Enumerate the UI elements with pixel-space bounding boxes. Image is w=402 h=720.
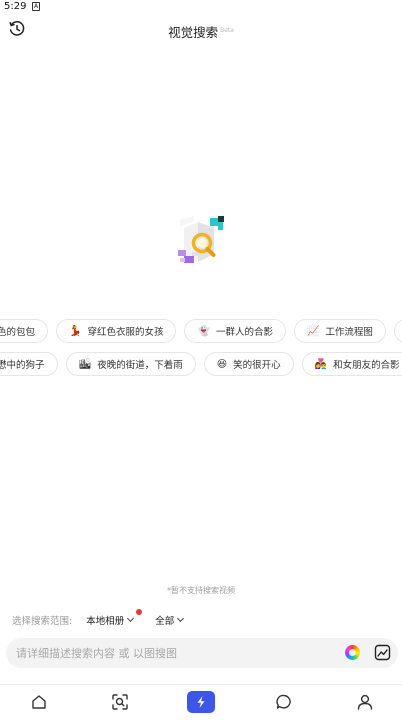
profile-icon <box>357 694 373 710</box>
suggestion-chip[interactable]: 👩‍❤️‍👨 和女朋友的合影 <box>301 352 402 376</box>
chip-label: 工作流程图 <box>325 327 373 338</box>
chip-emoji-icon: 👻 <box>197 325 210 337</box>
status-time: 5:29 <box>4 1 27 12</box>
video-unsupported-hint: *暂不支持搜索视频 <box>167 586 235 595</box>
chat-icon <box>276 694 291 709</box>
chip-label: 穿红色衣服的女孩 <box>87 327 164 338</box>
tab-home[interactable] <box>25 689 53 715</box>
chevron-down-icon <box>177 614 185 623</box>
suggestion-chip[interactable]: 👻 一群人的合影 <box>184 319 286 343</box>
scope-type-dropdown[interactable]: 全部 <box>155 613 185 627</box>
suggestion-chip[interactable]: 🏙 夜晚的街道，下着雨 <box>65 352 196 376</box>
page-title-text: 视觉搜索 <box>168 25 219 40</box>
suggestion-chip[interactable]: ⛵ <box>393 319 402 343</box>
scope-type-value: 全部 <box>155 616 175 627</box>
chip-label: 一群人的合影 <box>215 327 273 338</box>
page-title: 视觉搜索 Beta <box>0 22 402 41</box>
scope-label: 选择搜索范围: <box>12 616 73 627</box>
tab-chat[interactable] <box>270 689 298 715</box>
chevron-down-icon <box>127 614 135 623</box>
suggestion-chip[interactable]: 💃 穿红色衣服的女孩 <box>56 319 177 343</box>
search-input[interactable] <box>16 638 336 668</box>
scope-source-value: 本地相册 <box>86 616 125 627</box>
suggestion-chip[interactable]: 色的包包 <box>0 319 49 343</box>
chip-label: 夜晚的街道，下着雨 <box>97 360 183 371</box>
suggestion-chip[interactable]: 😆 笑的很开心 <box>203 352 294 376</box>
chip-emoji-icon: 💃 <box>69 325 82 337</box>
suggestion-row-1: 色的包包 💃 穿红色衣服的女孩 👻 一群人的合影 📈 工作流程图 ⛵ <box>0 319 402 345</box>
suggestion-chip[interactable]: 懋中的狗子 <box>0 352 58 376</box>
search-scope-row: 选择搜索范围: 本地相册 全部 <box>12 609 205 628</box>
visual-search-illustration <box>178 215 224 263</box>
search-bar <box>6 638 398 668</box>
tab-visual-search[interactable] <box>187 689 215 715</box>
scan-search-icon <box>112 694 128 710</box>
chip-label: 懋中的狗子 <box>0 360 45 371</box>
chip-label: 色的包包 <box>0 327 36 338</box>
bottom-tab-bar <box>0 685 402 720</box>
chip-label: 笑的很开心 <box>233 360 281 371</box>
scope-source-dropdown[interactable]: 本地相册 <box>86 609 143 627</box>
image-search-icon[interactable] <box>374 644 391 661</box>
header: 视觉搜索 Beta <box>0 14 402 44</box>
chip-emoji-icon: 📈 <box>306 325 320 337</box>
suggestion-chip[interactable]: 📈 工作流程图 <box>293 319 386 343</box>
app-notification-icon: A <box>32 2 40 11</box>
tab-profile[interactable] <box>351 689 379 715</box>
status-bar: 5:29 A <box>0 0 402 14</box>
beta-badge: Beta <box>220 27 234 34</box>
chip-label: 和女朋友的合影 <box>333 360 400 371</box>
tab-scan-search[interactable] <box>106 689 134 715</box>
chip-emoji-icon: 🏙 <box>78 358 92 370</box>
chip-emoji-icon: 😆 <box>216 358 228 370</box>
notification-dot <box>136 609 143 615</box>
suggestion-row-2: 懋中的狗子 🏙 夜晚的街道，下着雨 😆 笑的很开心 👩‍❤️‍👨 和女朋友的合影 <box>0 352 402 378</box>
chip-emoji-icon: 👩‍❤️‍👨 <box>314 358 328 370</box>
sparkle-icon <box>197 696 205 708</box>
home-icon <box>32 695 46 709</box>
tab-active-indicator <box>187 691 215 713</box>
color-search-icon[interactable] <box>345 645 360 660</box>
